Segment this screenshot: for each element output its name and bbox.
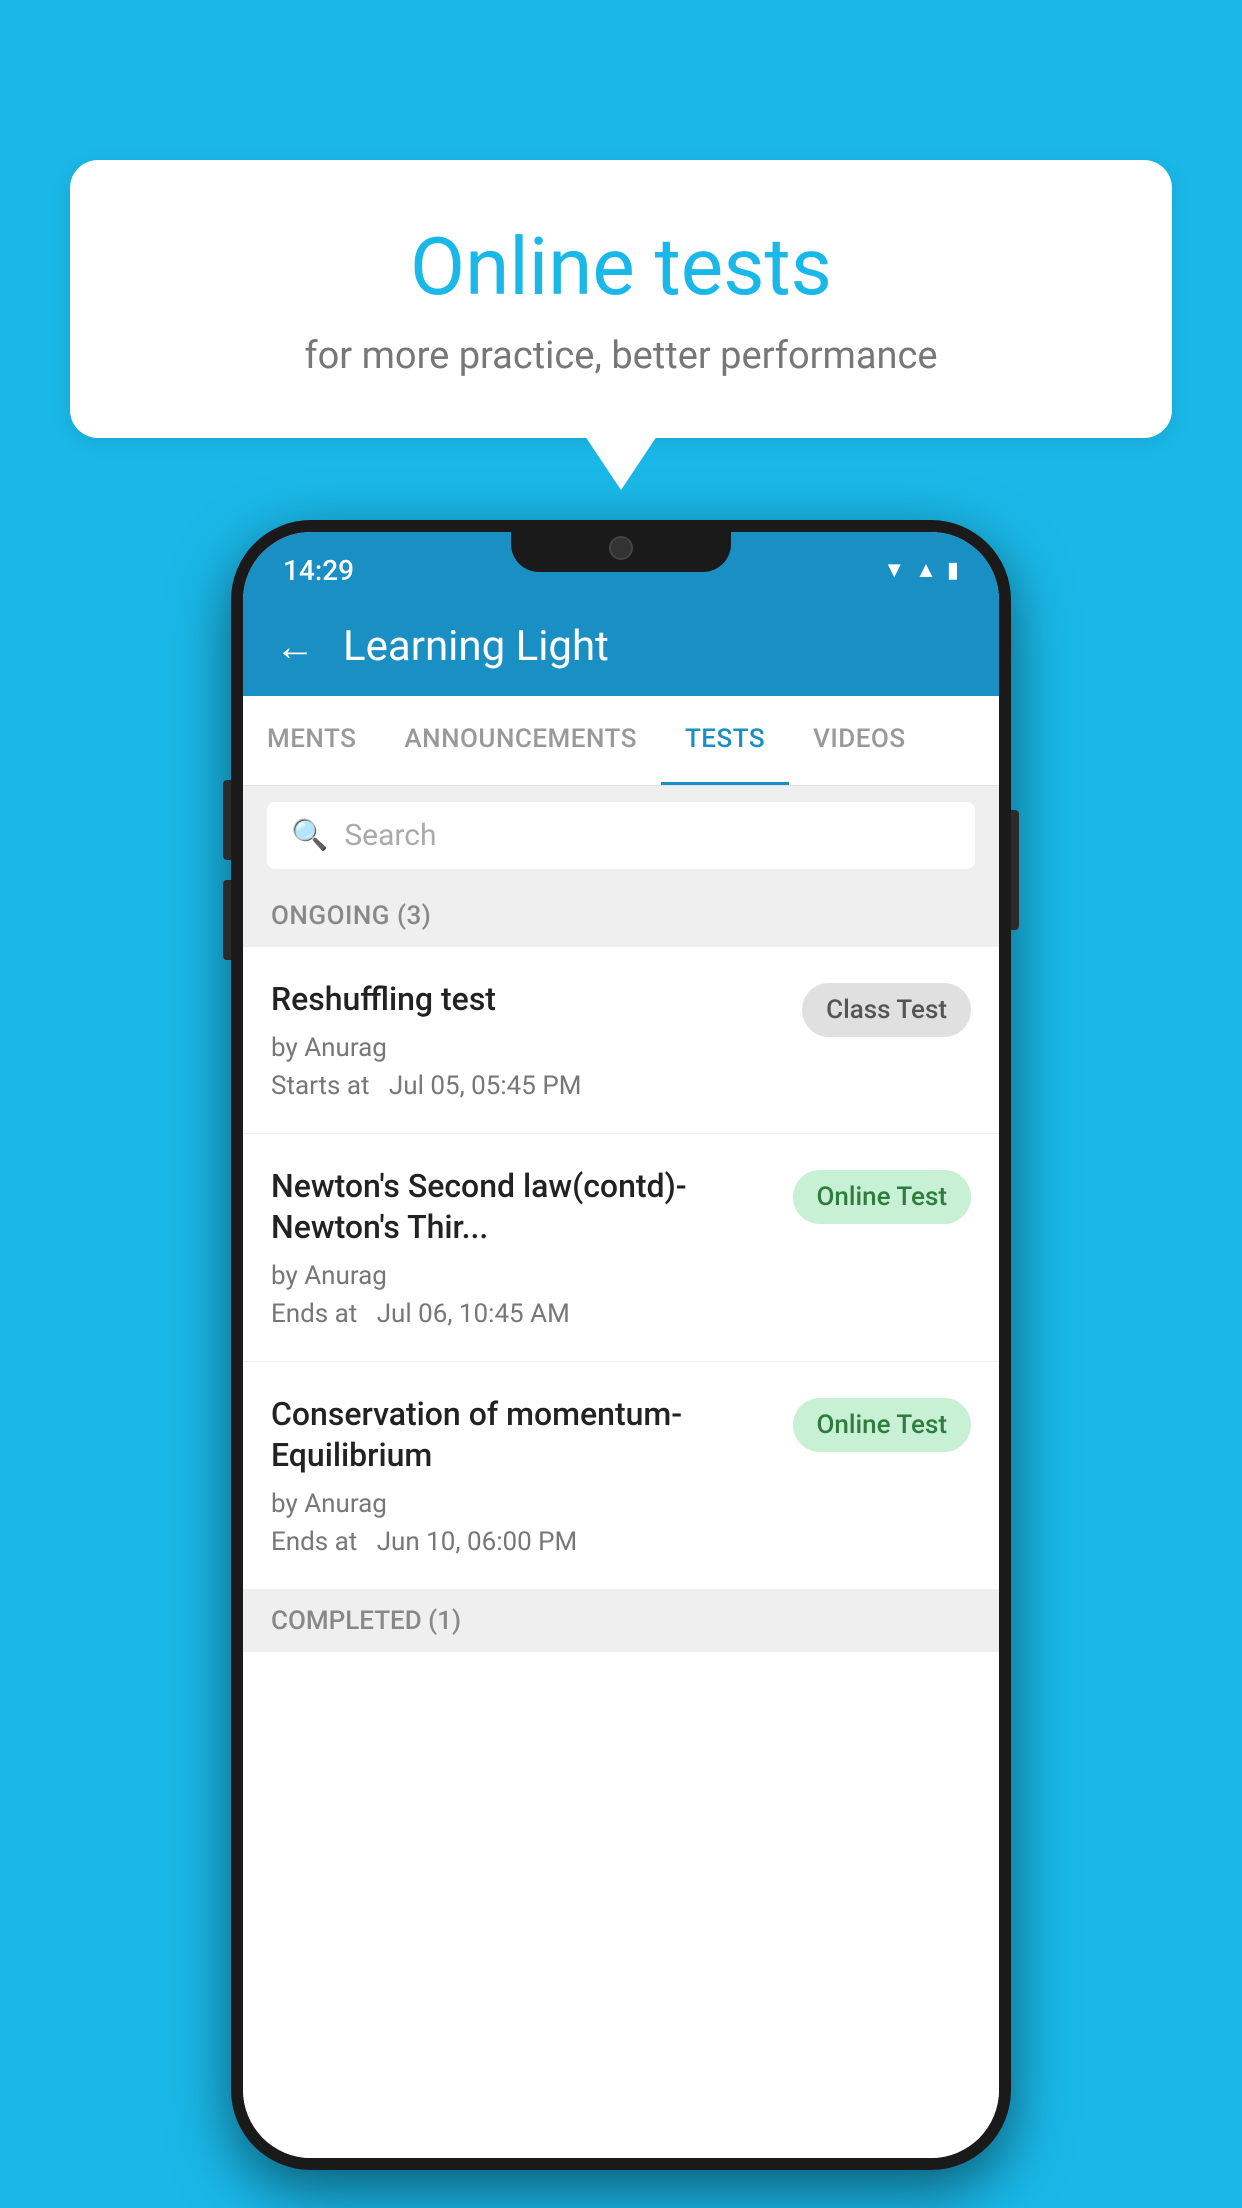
tab-announcements[interactable]: ANNOUNCEMENTS — [380, 696, 661, 785]
back-button[interactable]: ← — [275, 623, 315, 670]
status-time: 14:29 — [283, 554, 354, 587]
search-icon: 🔍 — [291, 818, 328, 853]
test-time-2: Ends at Jul 06, 10:45 AM — [271, 1299, 777, 1329]
wifi-icon: ▼ — [883, 557, 905, 583]
test-list: Reshuffling test by Anurag Starts at Jul… — [243, 947, 999, 2158]
test-badge-3: Online Test — [793, 1398, 972, 1452]
speech-bubble-section: Online tests for more practice, better p… — [70, 160, 1172, 438]
test-badge-2: Online Test — [793, 1170, 972, 1224]
test-time-label-3: Ends at — [271, 1527, 357, 1557]
battery-icon: ▮ — [947, 558, 959, 583]
power-button[interactable] — [1011, 810, 1019, 930]
tab-tests[interactable]: TESTS — [661, 696, 789, 785]
test-name-1: Reshuffling test — [271, 979, 786, 1021]
speech-bubble: Online tests for more practice, better p… — [70, 160, 1172, 438]
completed-header: COMPLETED (1) — [243, 1590, 999, 1652]
app-bar: ← Learning Light — [243, 596, 999, 696]
test-author-1: by Anurag — [271, 1033, 786, 1063]
test-item-3[interactable]: Conservation of momentum-Equilibrium by … — [243, 1362, 999, 1590]
test-name-3: Conservation of momentum-Equilibrium — [271, 1394, 777, 1477]
bubble-title: Online tests — [150, 220, 1092, 314]
search-placeholder: Search — [344, 818, 436, 853]
bubble-subtitle: for more practice, better performance — [150, 334, 1092, 378]
volume-up-button[interactable] — [223, 780, 231, 860]
test-badge-1: Class Test — [802, 983, 971, 1037]
ongoing-header: ONGOING (3) — [243, 885, 999, 947]
test-author-3: by Anurag — [271, 1489, 777, 1519]
phone-camera — [609, 536, 633, 560]
test-item-2[interactable]: Newton's Second law(contd)-Newton's Thir… — [243, 1134, 999, 1362]
test-info-2: Newton's Second law(contd)-Newton's Thir… — [271, 1166, 777, 1329]
search-container: 🔍 Search — [243, 786, 999, 885]
tabs-bar: MENTS ANNOUNCEMENTS TESTS VIDEOS — [243, 696, 999, 786]
volume-down-button[interactable] — [223, 880, 231, 960]
signal-icon: ▲ — [915, 557, 937, 583]
status-icons: ▼ ▲ ▮ — [883, 557, 959, 583]
test-name-2: Newton's Second law(contd)-Newton's Thir… — [271, 1166, 777, 1249]
test-info-1: Reshuffling test by Anurag Starts at Jul… — [271, 979, 786, 1101]
test-author-2: by Anurag — [271, 1261, 777, 1291]
test-time-3: Ends at Jun 10, 06:00 PM — [271, 1527, 777, 1557]
test-time-value-3: Jun 10, 06:00 PM — [377, 1527, 578, 1557]
test-time-label-2: Ends at — [271, 1299, 357, 1329]
test-item-1[interactable]: Reshuffling test by Anurag Starts at Jul… — [243, 947, 999, 1134]
test-time-value-2: Jul 06, 10:45 AM — [377, 1299, 570, 1329]
search-input-wrap[interactable]: 🔍 Search — [267, 802, 975, 869]
test-time-value-1: Jul 05, 05:45 PM — [389, 1071, 582, 1101]
phone-screen: 14:29 ▼ ▲ ▮ ← Learning Light MENTS ANNOU… — [243, 532, 999, 2158]
phone-notch — [511, 520, 731, 572]
test-time-label-1: Starts at — [271, 1071, 370, 1101]
tab-ments[interactable]: MENTS — [243, 696, 380, 785]
phone-frame: 14:29 ▼ ▲ ▮ ← Learning Light MENTS ANNOU… — [231, 520, 1011, 2170]
test-info-3: Conservation of momentum-Equilibrium by … — [271, 1394, 777, 1557]
test-time-1: Starts at Jul 05, 05:45 PM — [271, 1071, 786, 1101]
phone-mockup: 14:29 ▼ ▲ ▮ ← Learning Light MENTS ANNOU… — [231, 520, 1011, 2170]
tab-videos[interactable]: VIDEOS — [789, 696, 929, 785]
app-title: Learning Light — [343, 622, 609, 671]
